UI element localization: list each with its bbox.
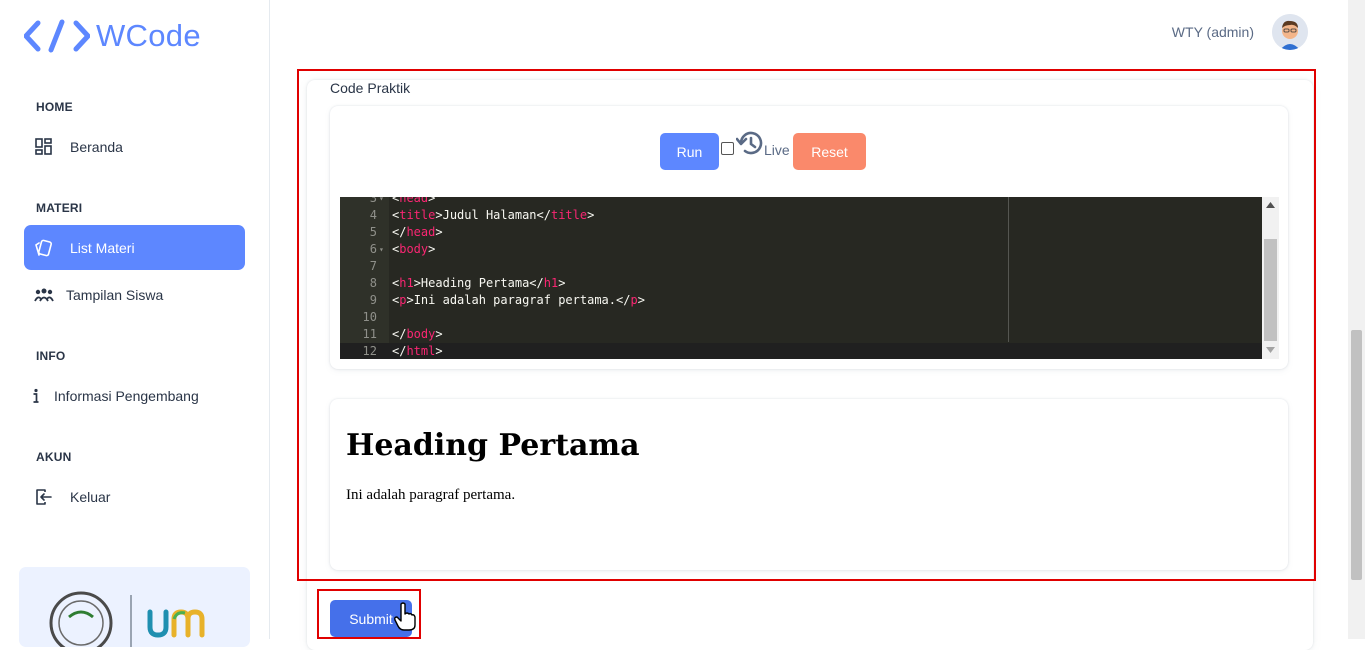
app-logo[interactable]: WCode xyxy=(24,16,201,56)
sidebar-item-tampilan-siswa[interactable]: Tampilan Siswa xyxy=(24,272,245,317)
sidebar-item-label: Beranda xyxy=(70,138,123,155)
logo-text: WCode xyxy=(96,18,201,53)
page-scrollbar[interactable] xyxy=(1348,0,1365,639)
sidebar-item-label: List Materi xyxy=(70,239,135,256)
sidebar-item-label: Informasi Pengembang xyxy=(54,387,199,404)
sidebar-item-beranda[interactable]: Beranda xyxy=(24,124,245,169)
dashboard-icon xyxy=(34,137,54,157)
nav-caption-akun: AKUN xyxy=(36,450,72,464)
code-icon xyxy=(24,19,90,53)
cards-icon xyxy=(34,238,54,258)
avatar-icon xyxy=(1272,14,1308,50)
nav-caption-home: HOME xyxy=(36,100,73,114)
user-name: WTY (admin) xyxy=(1171,24,1254,40)
avatar[interactable] xyxy=(1272,14,1308,50)
info-icon xyxy=(30,386,42,406)
sidebar: WCode HOME Beranda MATERI List Materi Ta… xyxy=(0,0,270,647)
university-logos xyxy=(19,567,250,647)
sidebar-item-label: Tampilan Siswa xyxy=(66,286,164,303)
page-scroll-thumb[interactable] xyxy=(1351,330,1362,580)
sidebar-item-keluar[interactable]: Keluar xyxy=(24,474,245,519)
nav-caption-info: INFO xyxy=(36,349,66,363)
sidebar-item-informasi-pengembang[interactable]: Informasi Pengembang xyxy=(24,373,245,418)
users-icon xyxy=(34,285,54,305)
logout-icon xyxy=(34,487,54,507)
user-menu[interactable]: WTY (admin) xyxy=(1172,14,1308,50)
university-seal-icon xyxy=(49,591,205,647)
highlight-box-editor xyxy=(297,69,1316,581)
nav-caption-materi: MATERI xyxy=(36,201,83,215)
sidebar-item-label: Keluar xyxy=(70,488,111,505)
hand-cursor-icon xyxy=(394,602,416,631)
sidebar-item-list-materi[interactable]: List Materi xyxy=(24,225,245,270)
